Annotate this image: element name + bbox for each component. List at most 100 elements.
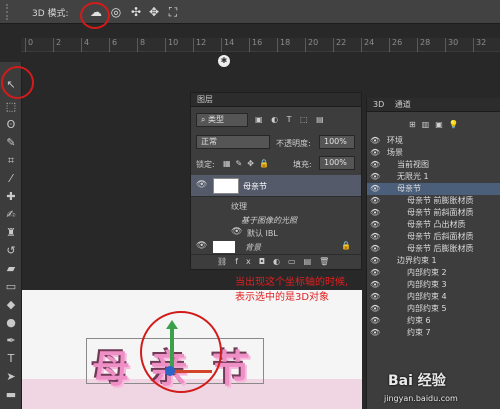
eye-icon[interactable]: 👁 <box>367 231 381 243</box>
layer-footer-icons[interactable]: ⛓fx◘◐▭▤🗑 <box>217 257 337 266</box>
eye-icon[interactable]: 👁 <box>367 279 381 291</box>
opacity-field[interactable]: 100% <box>319 135 355 149</box>
ruler-tick <box>249 38 250 52</box>
scene-item[interactable]: 👁 环境 <box>367 135 500 147</box>
pen-tool-icon[interactable]: ✒ <box>3 334 19 348</box>
ruler-tick <box>81 38 82 52</box>
sublayer-name: 默认 IBL <box>247 229 278 238</box>
eye-icon[interactable]: 👁 <box>231 227 242 237</box>
shape-tool-icon[interactable]: ▬ <box>3 388 19 402</box>
scene-item[interactable]: 👁 母亲节 前膨胀材质 <box>367 195 500 207</box>
eye-icon[interactable]: 👁 <box>367 327 381 339</box>
opacity-label: 不透明度: <box>276 139 311 148</box>
ruler-tick-label: 28 <box>420 38 431 47</box>
highlight-circle-move-tool <box>1 66 34 99</box>
panel-3d-filter-icons[interactable]: ⊞▥▣💡 <box>367 112 500 135</box>
eye-icon[interactable]: 👁 <box>367 171 381 183</box>
ruler-tick-label: 30 <box>448 38 459 47</box>
ruler-tick <box>389 38 390 52</box>
scene-item-label: 母亲节 凸出材质 <box>407 220 466 229</box>
blur-tool-icon[interactable]: ◆ <box>3 298 19 312</box>
scene-item[interactable]: 👁 母亲节 前斜面材质 <box>367 207 500 219</box>
layers-panel-title[interactable]: 图层 <box>191 93 361 107</box>
ruler-tick-label: 22 <box>336 38 347 47</box>
roll-3d-icon[interactable]: ◎ <box>108 4 124 20</box>
layer-row-background[interactable]: 👁 背景 🔒 <box>191 239 361 255</box>
scene-item[interactable]: 👁 无限光 1 <box>367 171 500 183</box>
ruler-tick <box>165 38 166 52</box>
panel-grip[interactable] <box>6 4 20 20</box>
mode-label: 3D 模式: <box>32 9 69 19</box>
fill-field[interactable]: 100% <box>319 156 355 170</box>
canvas-char: 母 <box>92 346 137 391</box>
scene-item-label: 约束 7 <box>407 328 431 337</box>
panel-3d: 3D 通道 ⊞▥▣💡 👁 环境 👁 场景 👁 当前视图 👁 无限光 1 👁 母亲节 👁 母亲节 前膨胀… <box>366 98 500 409</box>
scene-item[interactable]: 👁 内部约束 2 <box>367 267 500 279</box>
ruler-tick-label: 24 <box>364 38 375 47</box>
scene-item[interactable]: 👁 母亲节 后斜面材质 <box>367 231 500 243</box>
eye-icon[interactable]: 👁 <box>367 207 381 219</box>
crop-tool-icon[interactable]: ⌗ <box>3 154 19 168</box>
eye-icon[interactable]: 👁 <box>367 267 381 279</box>
path-select-icon[interactable]: ➤ <box>3 370 19 384</box>
watermark-url: jingyan.baidu.com <box>384 394 458 403</box>
lasso-tool-icon[interactable]: ʘ <box>3 118 19 132</box>
brush-tool-icon[interactable]: ✍ <box>3 208 19 222</box>
layer-thumbnail <box>213 241 235 253</box>
eye-icon[interactable]: 👁 <box>367 135 381 147</box>
eye-icon[interactable]: 👁 <box>367 255 381 267</box>
scene-item[interactable]: 👁 内部约束 5 <box>367 303 500 315</box>
dodge-tool-icon[interactable]: ● <box>3 316 19 330</box>
eyedropper-icon[interactable]: ⁄ <box>3 172 19 186</box>
healing-brush-icon[interactable]: ✚ <box>3 190 19 204</box>
eye-icon[interactable]: 👁 <box>196 180 207 190</box>
scale-3d-icon[interactable]: ⛶ <box>165 4 181 20</box>
layer-row-3d[interactable]: 👁 母亲节 <box>191 175 361 197</box>
scene-item-label: 当前视图 <box>397 160 429 169</box>
ruler-tick <box>473 38 474 52</box>
eye-icon[interactable]: 👁 <box>367 291 381 303</box>
scene-item[interactable]: 👁 母亲节 凸出材质 <box>367 219 500 231</box>
layer-filter-select[interactable]: ⌕ 类型 <box>196 113 248 127</box>
eye-icon[interactable]: 👁 <box>367 219 381 231</box>
lock-icons[interactable]: ▦✎✥🔒 <box>223 159 274 168</box>
panel-3d-tabs: 3D 通道 <box>367 98 500 112</box>
eraser-tool-icon[interactable]: ▰ <box>3 262 19 276</box>
scene-item-label: 约束 6 <box>407 316 431 325</box>
scene-item[interactable]: 👁 母亲节 <box>367 183 500 195</box>
eye-icon[interactable]: 👁 <box>367 243 381 255</box>
gradient-tool-icon[interactable]: ▭ <box>3 280 19 294</box>
type-tool-icon[interactable]: T <box>3 352 19 366</box>
tab-3d[interactable]: 3D <box>373 100 384 109</box>
eye-icon[interactable]: 👁 <box>367 183 381 195</box>
3d-scene-list: 👁 环境 👁 场景 👁 当前视图 👁 无限光 1 👁 母亲节 👁 母亲节 前膨胀材质 👁 母亲节 前斜面材… <box>367 135 500 339</box>
scene-item-label: 内部约束 3 <box>407 280 447 289</box>
scene-item[interactable]: 👁 边界约束 1 <box>367 255 500 267</box>
history-brush-icon[interactable]: ↺ <box>3 244 19 258</box>
eye-icon[interactable]: 👁 <box>367 315 381 327</box>
scene-item[interactable]: 👁 场景 <box>367 147 500 159</box>
eye-icon[interactable]: 👁 <box>196 241 207 251</box>
scene-item[interactable]: 👁 内部约束 4 <box>367 291 500 303</box>
scene-item[interactable]: 👁 约束 7 <box>367 327 500 339</box>
scene-item[interactable]: 👁 母亲节 后膨胀材质 <box>367 243 500 255</box>
3d-axis-mini-icon[interactable]: ✱ <box>218 55 230 67</box>
highlight-circle-axis <box>140 311 222 393</box>
eye-icon[interactable]: 👁 <box>367 195 381 207</box>
scene-item[interactable]: 👁 约束 6 <box>367 315 500 327</box>
blend-mode-select[interactable]: 正常 <box>196 135 270 149</box>
eye-icon[interactable]: 👁 <box>367 147 381 159</box>
scene-item[interactable]: 👁 内部约束 3 <box>367 279 500 291</box>
tab-channels[interactable]: 通道 <box>395 100 411 109</box>
drag-3d-icon[interactable]: ✣ <box>128 4 144 20</box>
marquee-tool-icon[interactable]: ⬚ <box>3 100 19 114</box>
quick-select-icon[interactable]: ✎ <box>3 136 19 150</box>
eye-icon[interactable]: 👁 <box>367 303 381 315</box>
filter-icons[interactable]: ▣ ◐ T ⬚ ▤ <box>255 115 327 124</box>
ruler-tick-label: 14 <box>224 38 235 47</box>
slide-3d-icon[interactable]: ✥ <box>146 4 162 20</box>
stamp-tool-icon[interactable]: ♜ <box>3 226 19 240</box>
eye-icon[interactable]: 👁 <box>367 159 381 171</box>
ruler-tick-label: 10 <box>168 38 179 47</box>
scene-item[interactable]: 👁 当前视图 <box>367 159 500 171</box>
